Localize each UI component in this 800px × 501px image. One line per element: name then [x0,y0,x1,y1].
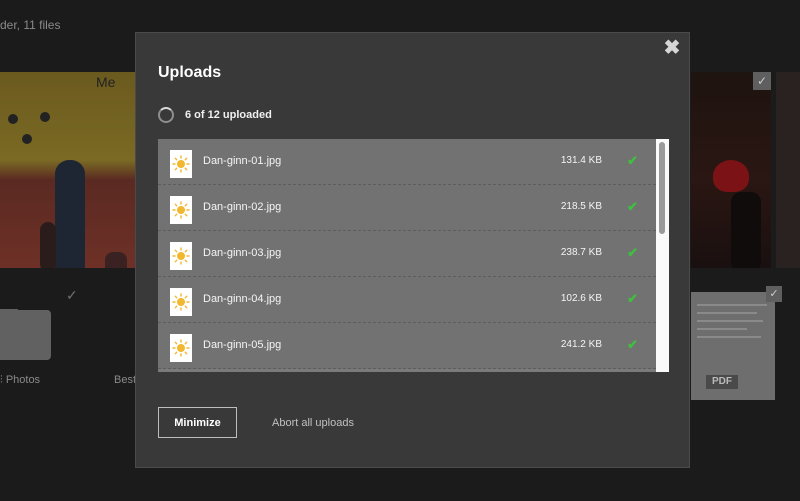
doc-line [697,328,747,330]
select-check-icon[interactable]: ✓ [766,286,782,302]
pdf-badge: PDF [706,375,738,389]
minimize-button[interactable]: Minimize [158,407,237,438]
upload-complete-check-icon: ✔ [627,291,638,306]
sun-image-icon [170,334,192,362]
upload-complete-check-icon: ✔ [627,245,638,260]
thumbnail-figure [105,252,127,268]
folder-label-photos[interactable]: ⫶ Photos [0,374,40,387]
upload-progress-text: 6 of 12 uploaded [185,109,272,121]
dialog-title: Uploads [158,64,222,81]
select-check-icon[interactable]: ✓ [66,287,78,304]
thumbnail-heart-balloon [713,160,749,192]
thumbnail-figure [731,192,761,268]
sun-image-icon [170,288,192,316]
file-name: Dan-ginn-03.jpg [203,247,282,259]
close-icon[interactable]: ✖ [663,37,681,59]
sun-image-icon [170,196,192,224]
file-size: 238.7 KB [560,247,602,258]
upload-list-item[interactable]: Dan-ginn-02.jpg 218.5 KB ✔ [158,185,656,231]
photo-thumbnail [776,72,800,268]
uploads-dialog: ✖ Uploads 6 of 12 uploaded Dan-ginn-01.j… [135,32,690,468]
file-size: 241.2 KB [560,339,602,350]
scrollbar-thumb[interactable] [659,142,665,234]
file-size: 218.5 KB [560,201,602,212]
upload-complete-check-icon: ✔ [627,337,638,352]
file-name: Dan-ginn-05.jpg [203,339,282,351]
select-check-icon[interactable]: ✓ [753,72,771,90]
file-name: Dan-ginn-04.jpg [203,293,282,305]
upload-file-list[interactable]: Dan-ginn-01.jpg 131.4 KB ✔ Dan-ginn-02.j… [158,139,669,372]
thumbnail-figure [40,222,56,268]
upload-list-item[interactable]: Dan-ginn-01.jpg 131.4 KB ✔ [158,139,656,185]
scrollbar[interactable] [656,139,669,372]
thumbnail-decoration [8,114,18,124]
doc-line [697,336,761,338]
spinner-icon [158,107,174,123]
sun-image-icon [170,242,192,270]
upload-status: 6 of 12 uploaded [158,106,272,124]
file-size: 131.4 KB [560,155,602,166]
folder-label-photos-text: Photos [5,374,41,386]
sun-image-icon [170,150,192,178]
folder-summary: der, 11 files [0,18,61,32]
upload-list-item[interactable]: Dan-ginn-03.jpg 238.7 KB ✔ [158,231,656,277]
photo-thumbnail: Me [0,72,136,268]
doc-line [697,320,763,322]
upload-list-item[interactable]: Dan-ginn-04.jpg 102.6 KB ✔ [158,277,656,323]
thumbnail-sign-text: Me [96,74,116,90]
photo-thumbnail [691,72,771,268]
upload-complete-check-icon: ✔ [627,199,638,214]
thumbnail-decoration [40,112,50,122]
file-name: Dan-ginn-01.jpg [203,155,282,167]
folder-icon[interactable] [0,310,51,360]
abort-all-uploads-link[interactable]: Abort all uploads [272,417,354,429]
file-name: Dan-ginn-02.jpg [203,201,282,213]
thumbnail-figure [55,160,85,268]
file-size: 102.6 KB [560,293,602,304]
upload-list-item[interactable]: Dan-ginn-05.jpg 241.2 KB ✔ [158,323,656,369]
upload-complete-check-icon: ✔ [627,153,638,168]
doc-line [697,312,757,314]
folder-label-best[interactable]: Best [114,374,136,386]
doc-line [697,304,767,306]
thumbnail-decoration [22,134,32,144]
